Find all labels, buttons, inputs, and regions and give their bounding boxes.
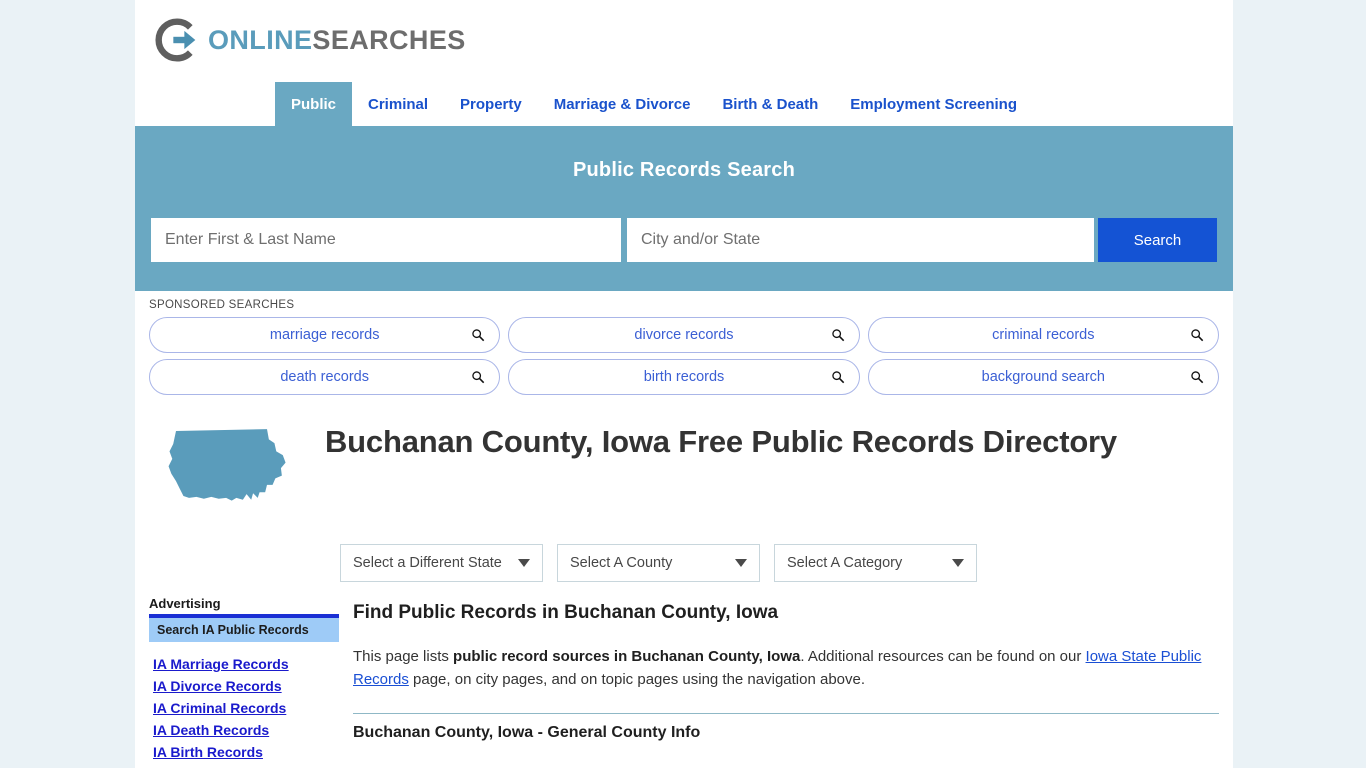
sidebar: Advertising Search IA Public Records IA … [149, 596, 339, 766]
intro-paragraph: This page lists public record sources in… [353, 646, 1219, 691]
nav-item-birth-death[interactable]: Birth & Death [706, 82, 834, 126]
advertising-label: Advertising [149, 596, 221, 611]
intro-prefix: This page lists [353, 648, 454, 665]
chip-label: background search [981, 369, 1105, 385]
search-banner-title: Public Records Search [572, 159, 796, 181]
search-icon [1190, 370, 1204, 384]
sponsored-chip-marriage-records[interactable]: marriage records [149, 317, 501, 353]
search-icon [831, 370, 845, 384]
nav-item-public[interactable]: Public [275, 82, 353, 126]
chip-label: criminal records [992, 327, 1095, 343]
location-search-input[interactable] [627, 218, 1094, 262]
search-icon [471, 370, 485, 384]
category-select-label: Select A Category [787, 555, 903, 571]
sponsored-chip-background-search[interactable]: background search [867, 359, 1219, 395]
sponsored-chip-death-records[interactable]: death records [149, 359, 501, 395]
primary-nav: Public Criminal Property Marriage & Divo… [135, 82, 1233, 126]
search-icon [831, 328, 845, 342]
search-form: Search [151, 218, 1217, 262]
page-title: Buchanan County, Iowa Free Public Record… [325, 424, 1117, 459]
sidebar-links: IA Marriage Records IA Divorce Records I… [149, 656, 339, 760]
sponsored-chip-row-2: death records birth records background s… [149, 359, 1219, 395]
main-content: Find Public Records in Buchanan County, … [339, 596, 1219, 766]
general-county-info-heading: Buchanan County, Iowa - General County I… [353, 724, 701, 741]
sidebar-item-ia-criminal-records[interactable]: IA Criminal Records [149, 700, 339, 716]
sidebar-item-ia-birth-records[interactable]: IA Birth Records [149, 744, 339, 760]
county-select[interactable]: Select A County [557, 544, 760, 582]
logo-wordmark: ONLINESEARCHES [208, 24, 466, 55]
state-select[interactable]: Select a Different State [340, 544, 543, 582]
chip-label: divorce records [634, 327, 734, 343]
section-heading: Find Public Records in Buchanan County, … [353, 602, 779, 623]
chip-label: marriage records [269, 327, 380, 343]
sponsored-chip-divorce-records[interactable]: divorce records [508, 317, 860, 353]
sponsored-chip-birth-records[interactable]: birth records [508, 359, 860, 395]
intro-middle: . Additional resources can be found on o… [800, 648, 1086, 665]
chevron-down-icon [518, 559, 530, 567]
sponsored-searches-section: SPONSORED SEARCHES marriage records divo… [135, 291, 1233, 395]
chevron-down-icon [952, 559, 964, 567]
intro-suffix: page, on city pages, and on topic pages … [408, 670, 866, 688]
site-logo[interactable]: ONLINESEARCHES [155, 16, 466, 64]
sidebar-item-ia-marriage-records[interactable]: IA Marriage Records [149, 656, 339, 672]
lower-section: Advertising Search IA Public Records IA … [135, 582, 1233, 766]
iowa-state-map-icon [163, 423, 293, 518]
sponsored-chip-criminal-records[interactable]: criminal records [867, 317, 1219, 353]
sponsored-chip-row-1: marriage records divorce records crimina… [149, 317, 1219, 353]
nav-item-marriage-divorce[interactable]: Marriage & Divorce [538, 82, 707, 126]
public-records-search-banner: Public Records Search Search [135, 126, 1233, 291]
sidebar-ad-heading[interactable]: Search IA Public Records [149, 618, 339, 642]
intro-bold-phrase: public record sources in Buchanan County… [453, 648, 801, 665]
county-select-label: Select A County [570, 555, 673, 571]
site-header: ONLINESEARCHES [135, 0, 1233, 82]
state-select-label: Select a Different State [353, 555, 502, 571]
circle-arrow-icon [155, 18, 199, 62]
logo-searches-text: SEARCHES [312, 24, 466, 55]
sidebar-item-ia-death-records[interactable]: IA Death Records [149, 722, 339, 738]
nav-item-employment-screening[interactable]: Employment Screening [834, 82, 1033, 126]
page-title-block: Buchanan County, Iowa Free Public Record… [135, 401, 1233, 518]
nav-item-criminal[interactable]: Criminal [352, 82, 444, 126]
name-search-input[interactable] [151, 218, 621, 262]
filter-select-row: Select a Different State Select A County… [135, 518, 1233, 582]
search-button[interactable]: Search [1098, 218, 1217, 262]
page-container: ONLINESEARCHES Public Criminal Property … [135, 0, 1233, 768]
sponsored-searches-label: SPONSORED SEARCHES [149, 299, 295, 311]
chip-label: birth records [643, 369, 725, 385]
search-icon [471, 328, 485, 342]
category-select[interactable]: Select A Category [774, 544, 977, 582]
sidebar-item-ia-divorce-records[interactable]: IA Divorce Records [149, 678, 339, 694]
nav-item-property[interactable]: Property [444, 82, 538, 126]
search-icon [1190, 328, 1204, 342]
chevron-down-icon [735, 559, 747, 567]
chip-label: death records [280, 369, 369, 385]
logo-online-text: ONLINE [208, 24, 313, 55]
